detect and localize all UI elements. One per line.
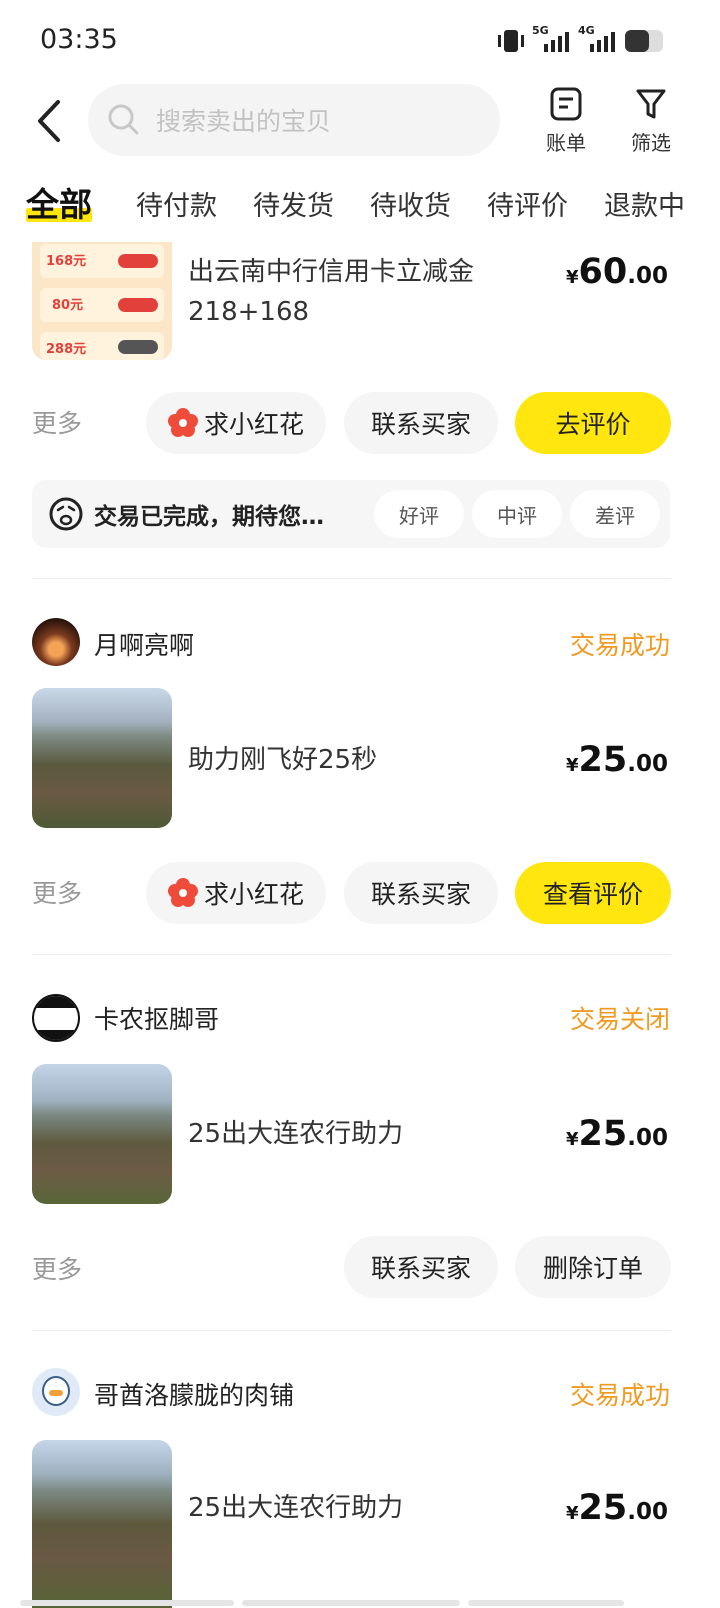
price-int: 25 [578,1488,628,1528]
tab-pending-shipment[interactable]: 待发货 [253,184,334,223]
seller-name[interactable]: 哥酋洛朦胧的肉铺 [94,1376,294,1412]
divider [32,1330,670,1331]
seller-avatar[interactable] [32,994,80,1042]
order3-price: ¥25.00 [566,1114,668,1154]
tab-pending-payment[interactable]: 待付款 [136,184,217,223]
status-bar: 03:35 5G 4G [0,0,720,80]
search-icon [108,104,139,135]
thumb-coupon-label: 80元 [52,298,84,313]
order2-flower-button[interactable]: 求小红花 [146,862,326,924]
price-int: 25 [578,1114,628,1154]
good-review-button[interactable]: 好评 [374,490,464,538]
neutral-review-button[interactable]: 中评 [472,490,562,538]
price-dec: .00 [627,263,668,289]
filter-label: 筛选 [631,131,671,155]
back-arrow-icon[interactable] [30,96,70,146]
tab-refunding[interactable]: 退款中 [604,184,685,223]
bottom-indicator [242,1600,460,1606]
bottom-indicator [20,1600,234,1606]
flower-icon [167,408,198,437]
order4-price: ¥25.00 [566,1488,668,1528]
search-input[interactable]: 搜索卖出的宝贝 [88,84,500,156]
order3-delete-order-button[interactable]: 删除订单 [515,1236,671,1298]
order1-title[interactable]: 出云南中行信用卡立减金 218+168 [188,252,474,332]
seller-avatar[interactable] [32,1368,80,1416]
order1-flower-button[interactable]: 求小红花 [146,392,326,454]
bottom-indicator [468,1600,624,1606]
order1-review-button[interactable]: 去评价 [515,392,671,454]
order-status: 交易成功 [569,1381,670,1410]
tab-all[interactable]: 全部 [26,178,92,226]
order2-contact-buyer-button[interactable]: 联系买家 [344,862,498,924]
flower-button-label: 求小红花 [203,410,304,439]
order2-title[interactable]: 助力刚飞好25秒 [188,740,377,780]
price-symbol: ¥ [566,1129,579,1150]
price-dec: .00 [627,1125,668,1151]
flower-button-label: 求小红花 [203,880,304,909]
seller-name[interactable]: 卡农抠脚哥 [94,1000,219,1036]
order1-contact-buyer-button[interactable]: 联系买家 [344,392,498,454]
order3-contact-buyer-button[interactable]: 联系买家 [344,1236,498,1298]
order1-title-line2: 218+168 [188,297,310,327]
seller-name[interactable]: 月啊亮啊 [94,626,194,662]
order2-price: ¥25.00 [566,740,668,780]
price-int: 60 [578,252,628,292]
signal-5g-icon: 5G [532,24,572,54]
thumb-coupon-label: 168元 [46,254,87,269]
order1-price: ¥60.00 [566,252,668,292]
thumb-coupon-label: 288元 [46,342,87,357]
vibrate-icon [498,30,524,52]
price-int: 25 [578,740,628,780]
bill-button[interactable]: 账单 [536,86,596,156]
filter-button[interactable]: 筛选 [621,86,681,156]
bad-review-button[interactable]: 差评 [570,490,660,538]
price-dec: .00 [627,751,668,777]
order2-thumbnail[interactable] [32,688,172,828]
order3-title[interactable]: 25出大连农行助力 [188,1114,403,1154]
bill-icon [550,87,582,121]
order4-title[interactable]: 25出大连农行助力 [188,1488,403,1528]
tab-pending-review[interactable]: 待评价 [487,184,568,223]
filter-icon [636,89,666,119]
divider [32,954,670,955]
status-icons: 5G 4G [496,24,666,54]
order3-more-button[interactable]: 更多 [32,1250,82,1286]
order2-more-button[interactable]: 更多 [32,874,82,910]
order1-title-line1: 出云南中行信用卡立减金 [188,257,475,287]
battery-icon [625,30,663,52]
order3-thumbnail[interactable] [32,1064,172,1204]
bill-label: 账单 [546,131,586,155]
order-status: 交易成功 [569,631,670,660]
price-symbol: ¥ [566,755,579,776]
signal-4g-icon: 4G [578,24,618,54]
order1-more-button[interactable]: 更多 [32,404,82,440]
seller-avatar[interactable] [32,618,80,666]
tab-pending-receipt[interactable]: 待收货 [370,184,451,223]
order1-thumbnail[interactable]: 168元 80元 288元 [32,242,172,360]
review-prompt-text: 交易已完成，期待您… [94,504,324,530]
price-symbol: ¥ [566,1503,579,1524]
order-status: 交易关闭 [569,1005,670,1034]
price-symbol: ¥ [566,267,579,288]
order4-thumbnail[interactable] [32,1440,172,1608]
status-time: 03:35 [40,24,118,55]
divider [32,578,670,579]
search-placeholder: 搜索卖出的宝贝 [156,107,332,136]
order2-view-review-button[interactable]: 查看评价 [515,862,671,924]
face-icon [49,497,83,531]
price-dec: .00 [627,1499,668,1525]
flower-icon [167,878,198,907]
